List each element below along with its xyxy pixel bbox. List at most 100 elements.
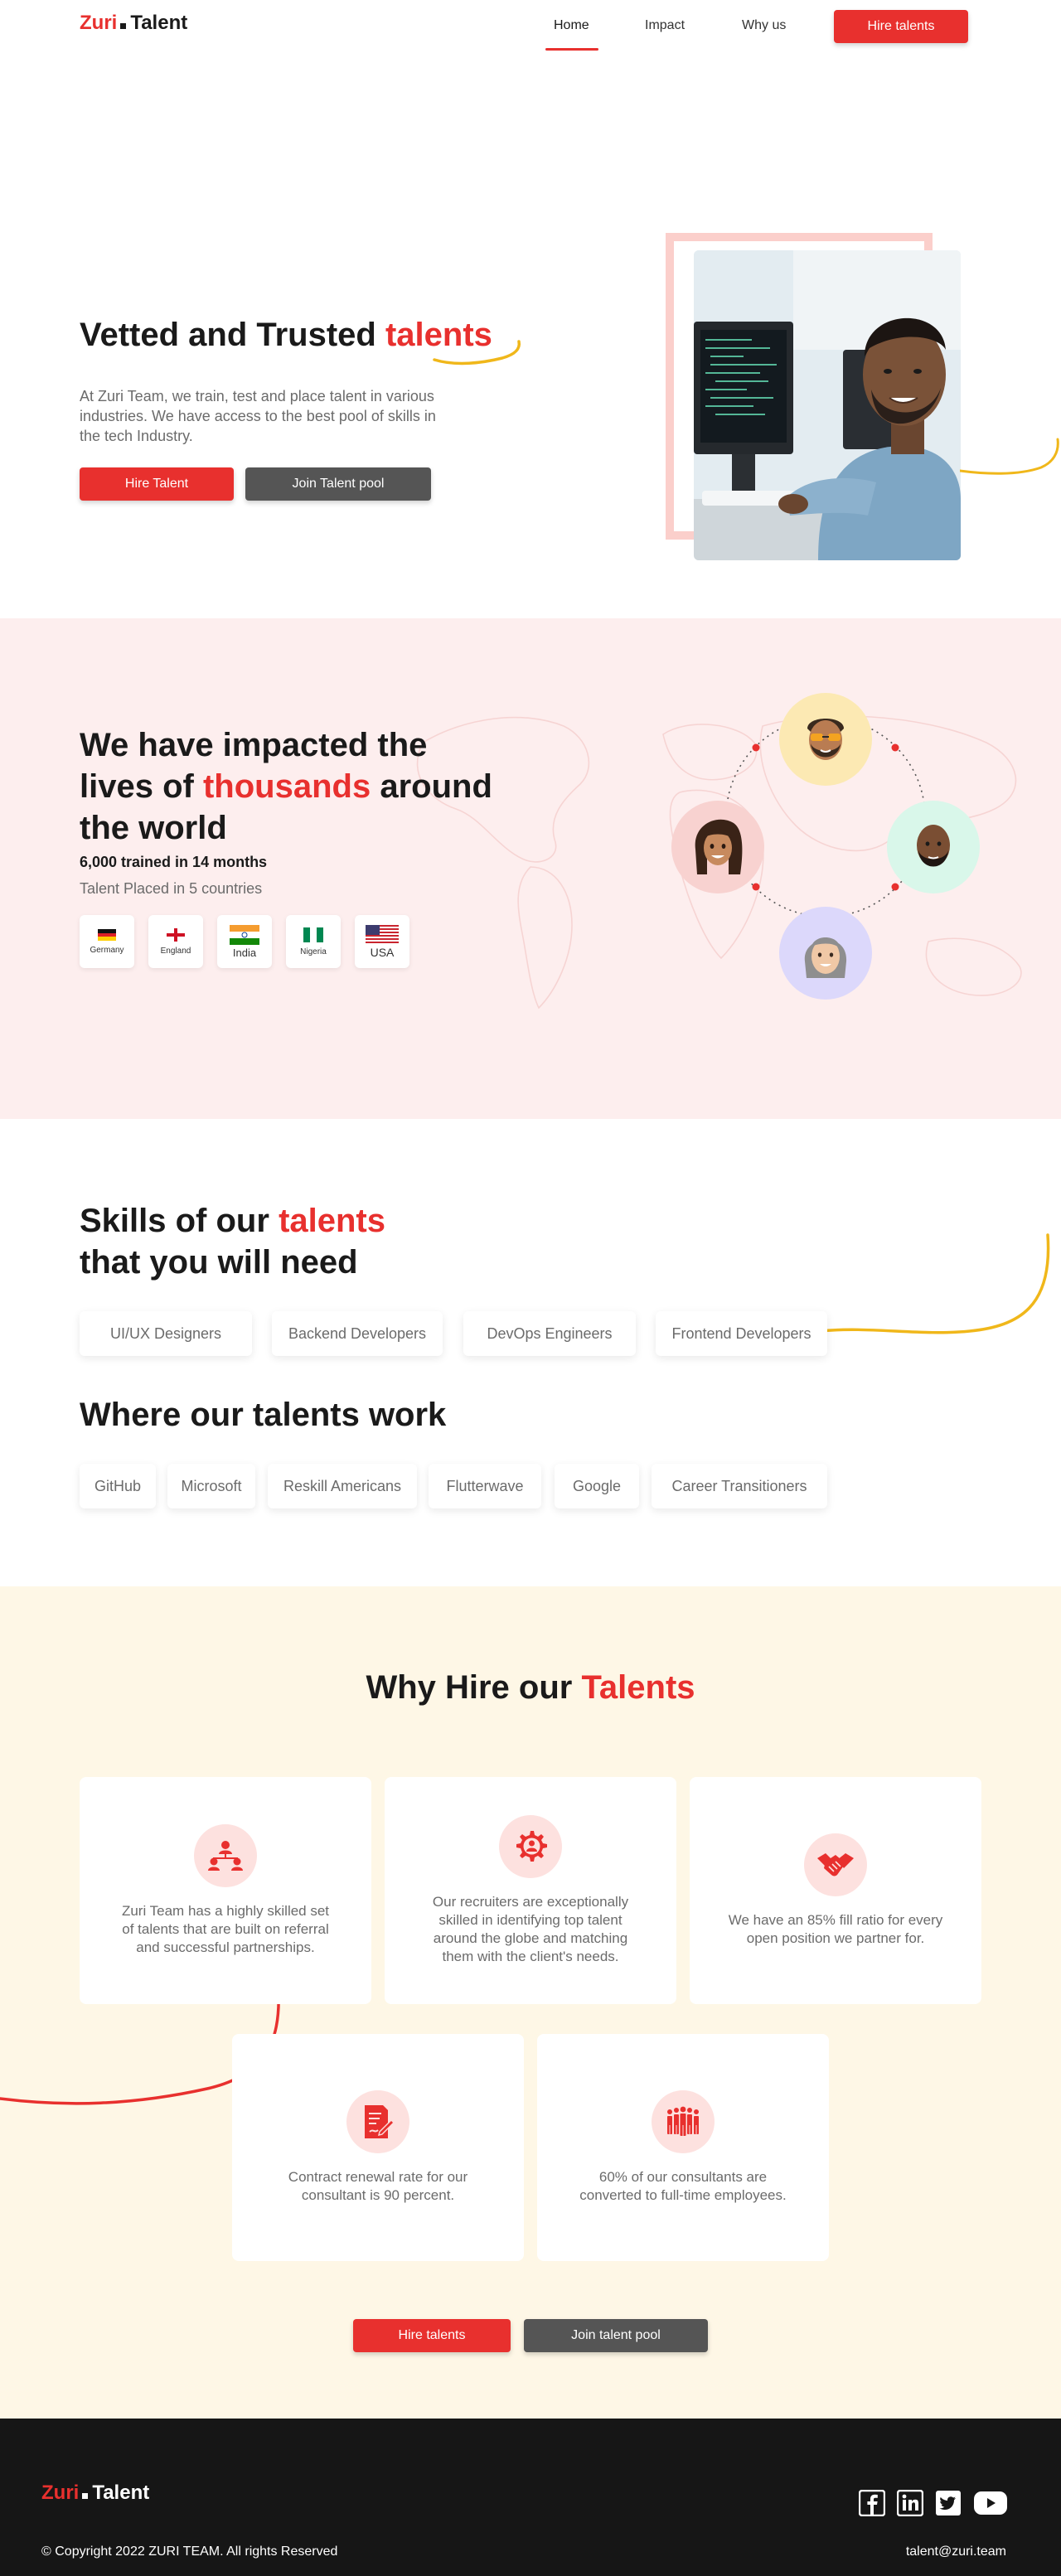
- country-label-india: India: [232, 946, 257, 959]
- why-card-3: We have an 85% fill ratio for every open…: [690, 1777, 981, 2004]
- work-chip-microsoft[interactable]: Microsoft: [167, 1464, 255, 1508]
- hero-description: At Zuri Team, we train, test and place t…: [80, 388, 436, 444]
- country-label-nigeria: Nigeria: [300, 947, 327, 956]
- skills-squiggle: [821, 1233, 1050, 1334]
- impact-title: We have impacted the lives of thousands …: [80, 724, 527, 849]
- why-card-1-text: Zuri Team has a highly skilled set of ta…: [121, 1903, 330, 1955]
- why-card-3-text: We have an 85% fill ratio for every open…: [728, 1912, 943, 1946]
- nav-why-us[interactable]: Why us: [742, 18, 786, 33]
- why-hire-talents-button[interactable]: Hire talents: [353, 2319, 511, 2352]
- footer-logo-talent: Talent: [92, 2482, 150, 2504]
- work-chip-github[interactable]: GitHub: [80, 1464, 156, 1508]
- impact-title-line2-post: around: [380, 768, 492, 805]
- network-people-icon: [194, 1824, 257, 1887]
- england-flag-icon: [167, 927, 185, 942]
- country-card-england: England: [148, 915, 203, 968]
- gear-person-icon: [499, 1815, 562, 1878]
- skill-chip-uiux[interactable]: UI/UX Designers: [80, 1311, 252, 1356]
- skills-title-pre: Skills of our: [80, 1203, 269, 1239]
- why-title: Why Hire our Talents: [0, 1669, 1061, 1707]
- why-card-4-text: Contract renewal rate for our consultant…: [288, 2169, 468, 2203]
- work-chip-google[interactable]: Google: [555, 1464, 639, 1508]
- impact-title-highlight: thousands: [202, 768, 371, 805]
- logo-talent: Talent: [130, 12, 188, 34]
- country-card-germany: Germany: [80, 915, 134, 968]
- hero-side-squiggle: [960, 438, 1059, 475]
- country-card-india: India: [217, 915, 272, 968]
- impact-stat: 6,000 trained in 14 months: [80, 854, 268, 870]
- work-title: Where our talents work: [80, 1397, 447, 1433]
- why-card-2: Our recruiters are exceptionally skilled…: [385, 1777, 676, 2004]
- impact-title-line2-pre: lives of: [80, 768, 194, 805]
- india-flag-icon: [230, 924, 259, 945]
- hire-talent-button[interactable]: Hire Talent: [80, 467, 234, 501]
- skill-chip-backend[interactable]: Backend Developers: [272, 1311, 443, 1356]
- why-title-pre: Why Hire our: [366, 1669, 573, 1706]
- nav-hire-talents-button[interactable]: Hire talents: [834, 10, 968, 43]
- footer-brand-logo[interactable]: Zuri Talent: [41, 2482, 149, 2505]
- country-card-nigeria: Nigeria: [286, 915, 341, 968]
- hero-underline-squiggle: [433, 340, 521, 366]
- nigeria-flag-icon: [303, 927, 323, 942]
- nav-home[interactable]: Home: [554, 18, 589, 33]
- linkedin-icon[interactable]: [897, 2490, 923, 2516]
- memoji-sunglasses-icon: [807, 719, 844, 760]
- why-join-talent-pool-button[interactable]: Join talent pool: [524, 2319, 708, 2352]
- hero-section: Vetted and Trusted talents At Zuri Team,…: [0, 51, 1061, 618]
- nav-active-indicator: [545, 48, 598, 51]
- skill-chip-frontend[interactable]: Frontend Developers: [656, 1311, 827, 1356]
- why-card-5: 60% of our consultants are converted to …: [537, 2034, 829, 2261]
- avatar-left: [671, 801, 764, 893]
- impact-title-line1: We have impacted the: [80, 727, 428, 763]
- country-label-usa: USA: [370, 945, 395, 959]
- avatar-bottom: [779, 907, 872, 1000]
- footer-logo-zuri: Zuri: [41, 2482, 80, 2504]
- work-chip-career-transitioners[interactable]: Career Transitioners: [652, 1464, 827, 1508]
- memoji-curly-hair-woman-icon: [695, 819, 743, 874]
- footer: Zuri Talent © Copyright 2022 ZURI TEAM. …: [0, 2419, 1061, 2576]
- skills-title: Skills of our talents that you will need: [80, 1200, 385, 1283]
- country-card-usa: USA: [355, 915, 409, 968]
- skill-chip-devops[interactable]: DevOps Engineers: [463, 1311, 636, 1356]
- handshake-icon: [804, 1833, 867, 1896]
- why-card-1: Zuri Team has a highly skilled set of ta…: [80, 1777, 371, 2004]
- twitter-icon[interactable]: [935, 2490, 962, 2516]
- impact-title-line3: the world: [80, 810, 227, 846]
- hero-title-plain: Vetted and Trusted: [80, 317, 376, 353]
- why-section: Why Hire our Talents Zuri Team has a hig…: [0, 1586, 1061, 2419]
- developer-at-desk-illustration: [694, 250, 961, 560]
- team-icon: [652, 2090, 715, 2153]
- youtube-icon[interactable]: [973, 2490, 1008, 2516]
- why-title-highlight: Talents: [581, 1669, 695, 1706]
- impact-subtitle: Talent Placed in 5 countries: [80, 880, 263, 897]
- logo-dot: [120, 23, 127, 29]
- join-talent-pool-button[interactable]: Join Talent pool: [245, 467, 431, 501]
- hero-photo: [694, 250, 961, 560]
- footer-copyright: © Copyright 2022 ZURI TEAM. All rights R…: [41, 2545, 338, 2559]
- skills-title-highlight: talents: [279, 1203, 385, 1239]
- brand-logo[interactable]: Zuri Talent: [80, 12, 187, 35]
- memoji-bald-man-icon: [917, 825, 950, 867]
- nav-impact[interactable]: Impact: [645, 18, 685, 33]
- contract-icon: [346, 2090, 409, 2153]
- impact-section: We have impacted the lives of thousands …: [0, 618, 1061, 1119]
- usa-flag-icon: [366, 924, 399, 943]
- country-label-england: England: [160, 946, 191, 956]
- why-card-4: Contract renewal rate for our consultant…: [232, 2034, 524, 2261]
- skills-section: Skills of our talents that you will need…: [0, 1119, 1061, 1586]
- footer-email-link[interactable]: talent@zuri.team: [906, 2545, 1006, 2559]
- footer-logo-dot: [82, 2493, 89, 2499]
- logo-zuri: Zuri: [80, 12, 118, 34]
- work-chip-reskill-americans[interactable]: Reskill Americans: [268, 1464, 417, 1508]
- memoji-gray-hair-woman-icon: [804, 937, 847, 978]
- avatar-right: [887, 801, 980, 893]
- avatar-top: [779, 693, 872, 786]
- why-card-5-text: 60% of our consultants are converted to …: [579, 2169, 787, 2203]
- skills-title-line2: that you will need: [80, 1244, 358, 1281]
- facebook-icon[interactable]: [859, 2490, 885, 2516]
- work-chip-flutterwave[interactable]: Flutterwave: [429, 1464, 541, 1508]
- why-card-2-text: Our recruiters are exceptionally skilled…: [432, 1894, 629, 1964]
- top-nav: Zuri Talent Home Impact Why us Hire tale…: [0, 0, 1061, 51]
- country-label-germany: Germany: [90, 945, 124, 955]
- germany-flag-icon: [98, 928, 116, 941]
